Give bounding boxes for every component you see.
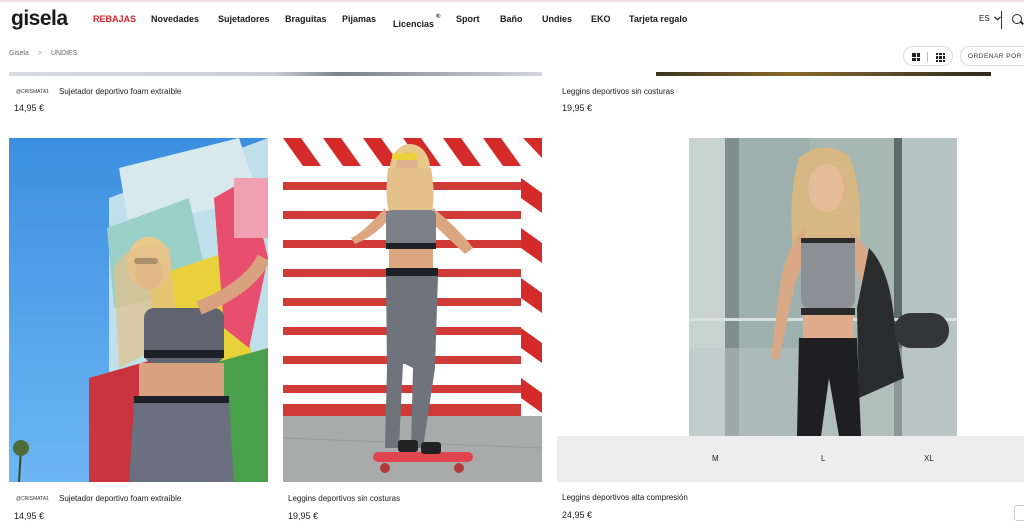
- breadcrumb-current: UNDIES: [50, 50, 78, 57]
- nav-licencias-wrap[interactable]: Licencias®: [393, 14, 440, 32]
- breadcrumb: Gisela > UNDIES: [9, 50, 77, 57]
- header-divider: [1001, 11, 1002, 29]
- view-toggle: [903, 46, 953, 66]
- site-header: gisela REBAJAS Novedades Sujetadores Bra…: [0, 2, 1024, 38]
- product-name[interactable]: Leggins deportivos alta compresión: [562, 493, 688, 502]
- product-image-sport-bra[interactable]: [9, 138, 268, 482]
- language-code: ES: [979, 14, 990, 23]
- product-image-top-1[interactable]: [9, 72, 542, 76]
- sort-label: ORDENAR POR: [968, 53, 1022, 60]
- nav-undies[interactable]: Undies: [542, 14, 572, 24]
- nav-rebajas[interactable]: REBAJAS: [93, 14, 136, 24]
- sort-button[interactable]: ORDENAR POR: [960, 46, 1024, 66]
- product-price: 14,95 €: [14, 103, 45, 113]
- product-image-top-2[interactable]: [656, 72, 991, 76]
- grid-2x2-icon[interactable]: [912, 53, 920, 61]
- nav-licencias[interactable]: Licencias: [393, 19, 434, 29]
- nav-sport[interactable]: Sport: [456, 14, 480, 24]
- product-name[interactable]: Sujetador deportivo foam extraíble: [59, 87, 181, 96]
- nav-bano[interactable]: Baño: [500, 14, 523, 24]
- grid-3x3-icon[interactable]: [936, 53, 945, 62]
- size-option-l[interactable]: L: [821, 454, 825, 463]
- search-icon[interactable]: [1012, 14, 1022, 24]
- product-name[interactable]: Leggins deportivos sin costuras: [562, 87, 674, 96]
- language-selector[interactable]: ES: [979, 14, 1001, 23]
- chevron-down-icon: [994, 16, 1001, 21]
- breadcrumb-separator: >: [37, 50, 42, 57]
- nav-sujetadores[interactable]: Sujetadores: [218, 14, 270, 24]
- product-price: 14,95 €: [14, 511, 45, 521]
- nav-braguitas[interactable]: Braguitas: [285, 14, 327, 24]
- site-logo[interactable]: gisela: [11, 7, 68, 31]
- size-selector: M L XL: [557, 436, 1024, 482]
- product-name[interactable]: Leggins deportivos sin costuras: [288, 494, 400, 503]
- product-price: 19,95 €: [562, 103, 593, 113]
- nav-pijamas[interactable]: Pijamas: [342, 14, 376, 24]
- view-toggle-divider: [927, 52, 928, 62]
- instagram-tag: @CRISMATA1: [16, 89, 49, 95]
- chat-widget-button[interactable]: [1014, 505, 1024, 521]
- size-option-m[interactable]: M: [712, 454, 719, 463]
- product-price: 19,95 €: [288, 511, 319, 521]
- breadcrumb-home[interactable]: Gisela: [9, 50, 29, 57]
- registered-mark: ®: [436, 14, 441, 20]
- product-name[interactable]: Sujetador deportivo foam extraíble: [59, 494, 181, 503]
- product-image-compression-leggings[interactable]: [689, 138, 957, 436]
- product-price: 24,95 €: [562, 510, 593, 520]
- nav-eko[interactable]: EKO: [591, 14, 611, 24]
- instagram-tag: @CRISMATA1: [16, 496, 49, 502]
- nav-novedades[interactable]: Novedades: [151, 14, 199, 24]
- product-image-seamless-leggings[interactable]: [283, 138, 542, 482]
- nav-tarjeta-regalo[interactable]: Tarjeta regalo: [629, 14, 687, 24]
- size-option-xl[interactable]: XL: [924, 454, 934, 463]
